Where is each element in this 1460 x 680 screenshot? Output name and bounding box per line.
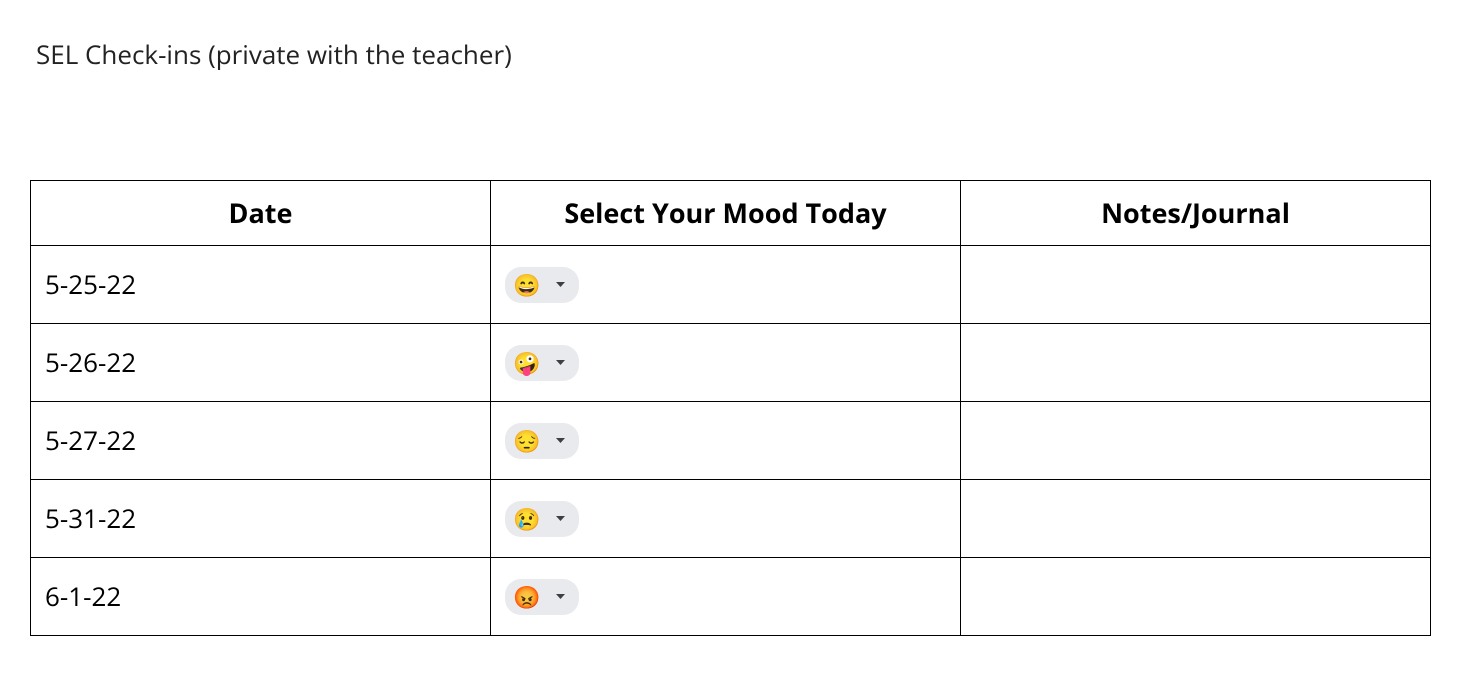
notes-cell[interactable] <box>961 480 1431 558</box>
chevron-down-icon <box>556 360 565 366</box>
table-row: 5-26-22 🤪 <box>31 324 1431 402</box>
date-cell[interactable]: 5-25-22 <box>31 246 491 324</box>
crying-face-icon: 😢 <box>513 508 540 530</box>
chevron-down-icon <box>556 516 565 522</box>
notes-cell[interactable] <box>961 558 1431 636</box>
date-cell[interactable]: 5-27-22 <box>31 402 491 480</box>
col-header-mood: Select Your Mood Today <box>491 181 961 246</box>
page-title: SEL Check-ins (private with the teacher) <box>36 36 1430 72</box>
checkin-table-wrap: Date Select Your Mood Today Notes/Journa… <box>30 180 1430 636</box>
mood-dropdown[interactable]: 🤪 <box>505 345 579 381</box>
mood-cell: 🤪 <box>491 324 961 402</box>
table-row: 6-1-22 😡 <box>31 558 1431 636</box>
mood-cell: 😡 <box>491 558 961 636</box>
checkin-table: Date Select Your Mood Today Notes/Journa… <box>30 180 1431 636</box>
mood-dropdown[interactable]: 😡 <box>505 579 579 615</box>
mood-dropdown[interactable]: 😄 <box>505 267 579 303</box>
date-cell[interactable]: 5-26-22 <box>31 324 491 402</box>
chevron-down-icon <box>556 282 565 288</box>
table-row: 5-31-22 😢 <box>31 480 1431 558</box>
mood-cell: 😢 <box>491 480 961 558</box>
zany-face-icon: 🤪 <box>513 352 540 374</box>
mood-cell: 😄 <box>491 246 961 324</box>
date-cell[interactable]: 5-31-22 <box>31 480 491 558</box>
notes-cell[interactable] <box>961 324 1431 402</box>
col-header-date: Date <box>31 181 491 246</box>
beaming-face-icon: 😄 <box>513 274 540 296</box>
date-cell[interactable]: 6-1-22 <box>31 558 491 636</box>
col-header-notes: Notes/Journal <box>961 181 1431 246</box>
table-header-row: Date Select Your Mood Today Notes/Journa… <box>31 181 1431 246</box>
table-row: 5-27-22 😔 <box>31 402 1431 480</box>
mood-dropdown[interactable]: 😔 <box>505 423 579 459</box>
mood-cell: 😔 <box>491 402 961 480</box>
chevron-down-icon <box>556 438 565 444</box>
pensive-face-icon: 😔 <box>513 430 540 452</box>
pouting-face-icon: 😡 <box>513 586 540 608</box>
notes-cell[interactable] <box>961 402 1431 480</box>
mood-dropdown[interactable]: 😢 <box>505 501 579 537</box>
chevron-down-icon <box>556 594 565 600</box>
notes-cell[interactable] <box>961 246 1431 324</box>
table-row: 5-25-22 😄 <box>31 246 1431 324</box>
